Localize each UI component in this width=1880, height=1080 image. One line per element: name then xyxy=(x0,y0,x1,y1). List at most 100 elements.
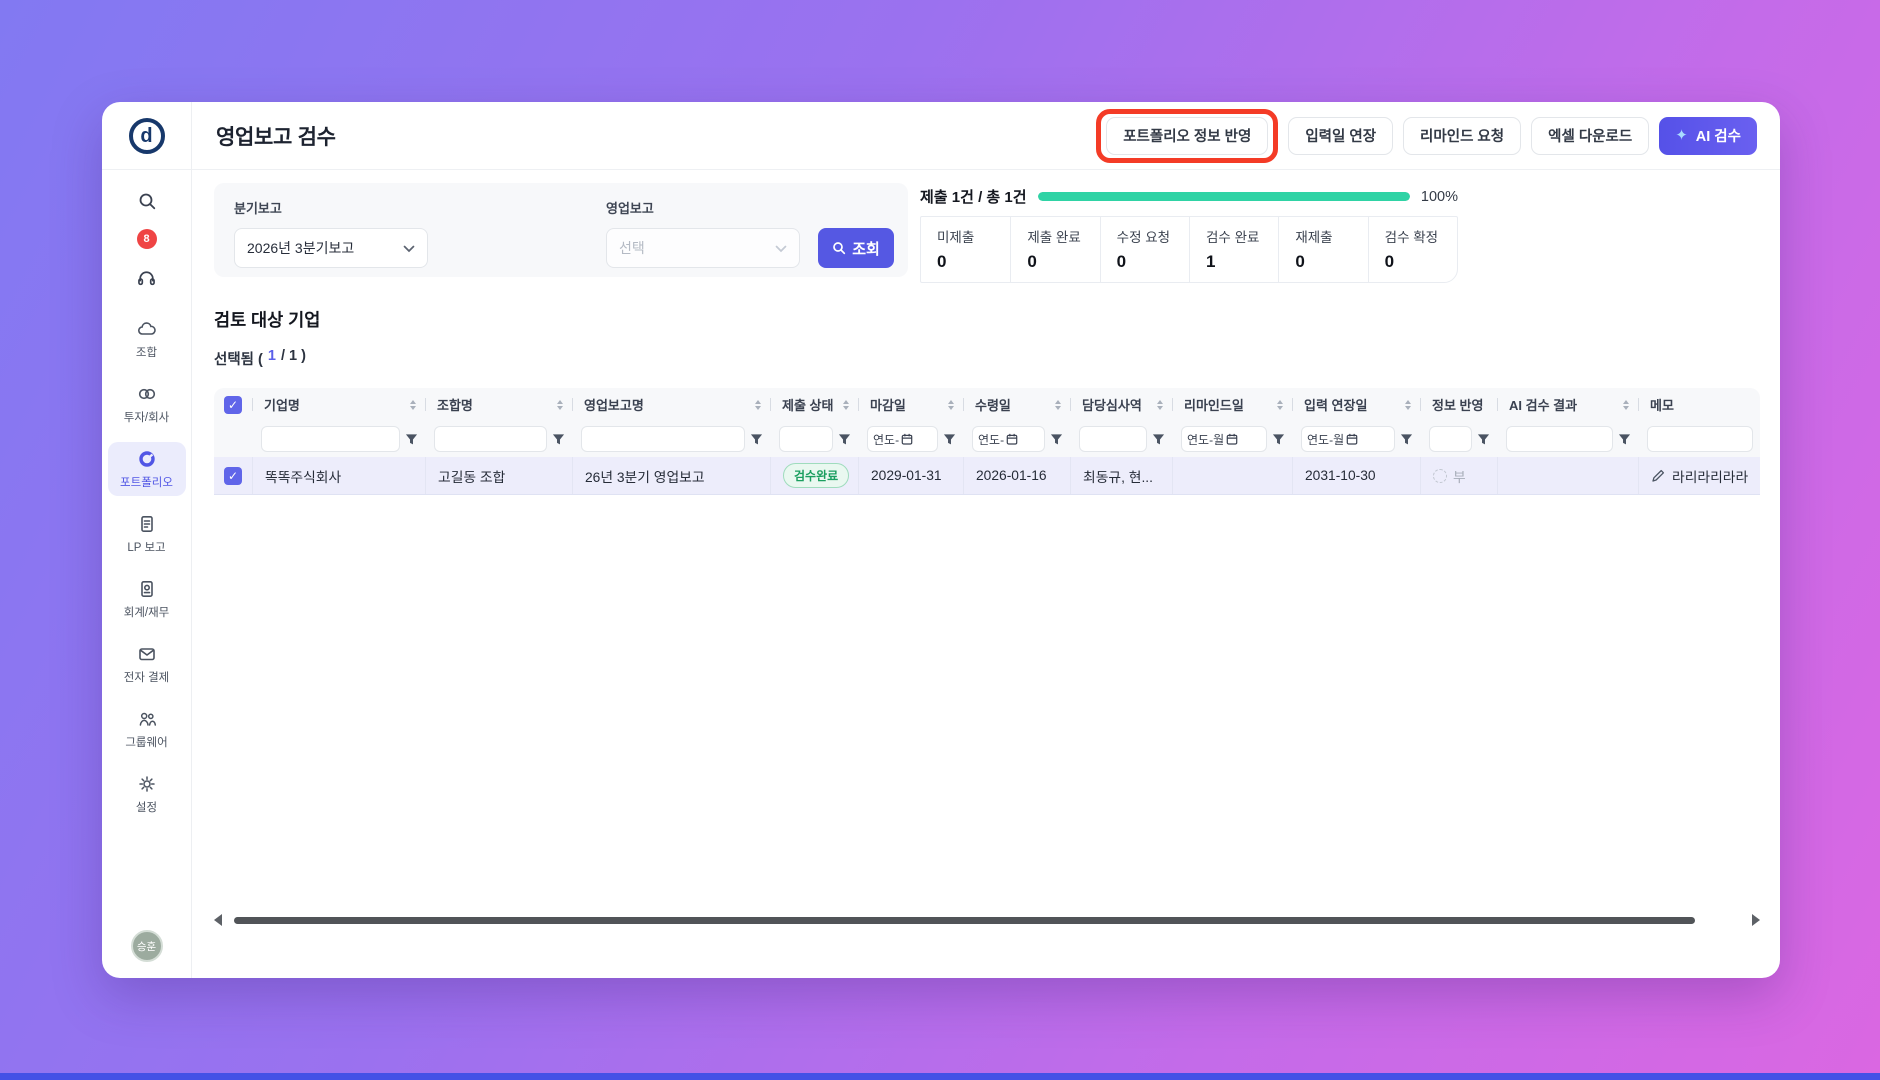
funnel-icon[interactable] xyxy=(1272,433,1285,446)
scrollbar-track[interactable] xyxy=(234,916,1740,924)
cell-fund: 고길동 조합 xyxy=(425,457,572,494)
calendar-icon xyxy=(1006,433,1018,445)
sort-icon[interactable] xyxy=(948,399,963,410)
main-area: 영업보고 검수 포트폴리오 정보 반영 입력일 연장 리마인드 요청 엑셀 다운… xyxy=(192,102,1780,978)
calendar-icon xyxy=(1346,433,1358,445)
sort-icon[interactable] xyxy=(1623,399,1638,410)
funnel-icon[interactable] xyxy=(1618,433,1631,446)
sidebar-item-epayment[interactable]: 전자 결제 xyxy=(108,637,186,691)
cell-report: 26년 3분기 영업보고 xyxy=(572,457,770,494)
search-icon[interactable] xyxy=(136,190,158,212)
user-avatar[interactable]: 승훈 xyxy=(130,930,163,962)
ai-result-filter-input[interactable] xyxy=(1506,426,1613,452)
ai-review-button[interactable]: ✦ AI 검수 xyxy=(1659,116,1757,155)
sidebar-item-fund[interactable]: 조합 xyxy=(108,312,186,366)
sidebar-item-label: 전자 결제 xyxy=(123,672,170,684)
cell-memo[interactable]: 라리라리라라 xyxy=(1638,457,1760,494)
funnel-icon[interactable] xyxy=(405,433,418,446)
sidebar-item-label: 그룹웨어 xyxy=(125,737,168,749)
extension-date-filter[interactable]: 연도-월 xyxy=(1301,426,1395,452)
status-filter-input[interactable] xyxy=(779,426,833,452)
funnel-icon[interactable] xyxy=(1477,433,1490,446)
portfolio-reflect-button[interactable]: 포트폴리오 정보 반영 xyxy=(1106,116,1269,155)
cell-remind-date xyxy=(1172,457,1292,494)
app-window: d 8 조합 투자/회사 포트폴리오 LP 보고 회계/재무 전자 결제 그룹웨… xyxy=(102,102,1780,978)
sidebar-nav: 조합 투자/회사 포트폴리오 LP 보고 회계/재무 전자 결제 그룹웨어 설정 xyxy=(102,312,191,821)
cell-company: 똑똑주식회사 xyxy=(252,457,425,494)
col-received-date: 수령일 xyxy=(963,388,1070,421)
headset-icon[interactable] xyxy=(136,266,158,288)
select-all-checkbox[interactable]: ✓ xyxy=(224,395,242,414)
received-date-filter[interactable]: 연도- xyxy=(972,426,1045,452)
extend-input-date-button[interactable]: 입력일 연장 xyxy=(1288,116,1394,155)
report-filter-input[interactable] xyxy=(581,426,745,452)
sort-icon[interactable] xyxy=(557,399,572,410)
topbar: 영업보고 검수 포트폴리오 정보 반영 입력일 연장 리마인드 요청 엑셀 다운… xyxy=(192,102,1780,170)
scroll-left-arrow[interactable] xyxy=(214,914,222,926)
col-report: 영업보고명 xyxy=(572,388,770,421)
sidebar-item-label: 설정 xyxy=(135,802,158,814)
sidebar-item-groupware[interactable]: 그룹웨어 xyxy=(108,702,186,756)
funnel-icon[interactable] xyxy=(1152,433,1165,446)
col-reviewers: 담당심사역 xyxy=(1070,388,1172,421)
reviewers-filter-input[interactable] xyxy=(1079,426,1147,452)
business-report-select[interactable]: 선택 xyxy=(606,228,800,268)
progress-summary: 제출 1건 / 총 1건 xyxy=(920,189,1027,206)
col-extension-date: 입력 연장일 xyxy=(1292,388,1420,421)
funnel-icon[interactable] xyxy=(552,433,565,446)
cell-ai-result xyxy=(1497,457,1638,494)
people-icon xyxy=(139,712,156,726)
sort-icon[interactable] xyxy=(1055,399,1070,410)
highlight-ring: 포트폴리오 정보 반영 xyxy=(1096,108,1279,163)
sort-icon[interactable] xyxy=(843,399,858,410)
funnel-icon[interactable] xyxy=(943,433,956,446)
sidebar-item-settings[interactable]: 설정 xyxy=(108,767,186,821)
remind-request-button[interactable]: 리마인드 요청 xyxy=(1403,116,1522,155)
sort-icon[interactable] xyxy=(1157,399,1172,410)
search-button[interactable]: 조회 xyxy=(818,228,894,268)
funnel-icon[interactable] xyxy=(1400,433,1413,446)
funnel-icon[interactable] xyxy=(750,433,763,446)
funnel-icon[interactable] xyxy=(1050,433,1063,446)
stat-review-complete: 검수 완료 1 xyxy=(1189,217,1278,282)
sidebar-item-accounting[interactable]: 회계/재무 xyxy=(108,572,186,626)
sidebar-item-portfolio[interactable]: 포트폴리오 xyxy=(107,442,186,496)
pie-chart-icon xyxy=(138,451,155,467)
scrollbar-thumb[interactable] xyxy=(234,916,1695,924)
section-title: 검토 대상 기업 xyxy=(214,310,321,330)
sidebar-item-label: 투자/회사 xyxy=(123,412,170,424)
stat-submitted: 제출 완료 0 xyxy=(1010,217,1099,282)
progress-percent: 100% xyxy=(1420,188,1458,205)
scroll-right-arrow[interactable] xyxy=(1752,914,1760,926)
memo-filter-input[interactable] xyxy=(1647,426,1753,452)
stat-review-confirmed: 검수 확정 0 xyxy=(1367,217,1457,282)
company-filter-input[interactable] xyxy=(261,426,400,452)
sort-icon[interactable] xyxy=(410,399,425,410)
col-company: 기업명 xyxy=(252,388,425,421)
cell-due-date: 2029-01-31 xyxy=(858,457,963,494)
business-report-label: 영업보고 xyxy=(606,201,654,216)
funnel-icon[interactable] xyxy=(838,433,851,446)
fund-filter-input[interactable] xyxy=(434,426,547,452)
app-logo[interactable]: d xyxy=(128,117,165,154)
status-summary-table: 미제출 0 제출 완료 0 수정 요청 0 검수 완료 1 재제출 0 검수 확… xyxy=(920,216,1458,283)
sidebar-item-invest-company[interactable]: 투자/회사 xyxy=(108,377,186,431)
sort-icon[interactable] xyxy=(1277,399,1292,410)
sort-icon[interactable] xyxy=(755,399,770,410)
chevron-down-icon xyxy=(403,240,415,256)
info-reflect-filter-input[interactable] xyxy=(1429,426,1472,452)
stat-revision-requested: 수정 요청 0 xyxy=(1099,217,1189,282)
notification-badge[interactable]: 8 xyxy=(136,229,157,249)
excel-download-button[interactable]: 엑셀 다운로드 xyxy=(1531,116,1650,155)
remind-date-filter[interactable]: 연도-월 xyxy=(1181,426,1267,452)
table-filter-row: 연도- 연도- 연도-월 연도-월 xyxy=(214,421,1760,457)
cell-info-reflect: 부 xyxy=(1420,457,1497,494)
row-checkbox[interactable]: ✓ xyxy=(224,466,242,485)
col-info-reflect: 정보 반영 xyxy=(1420,388,1497,421)
quarter-report-select[interactable]: 2026년 3분기보고 xyxy=(234,228,428,268)
sidebar-item-lp-report[interactable]: LP 보고 xyxy=(108,507,186,561)
sort-icon[interactable] xyxy=(1405,399,1420,410)
table-row[interactable]: ✓ 똑똑주식회사 고길동 조합 26년 3분기 영업보고 검수완료 2029-0… xyxy=(214,457,1760,495)
cloud-icon xyxy=(137,322,156,335)
due-date-filter[interactable]: 연도- xyxy=(867,426,938,452)
